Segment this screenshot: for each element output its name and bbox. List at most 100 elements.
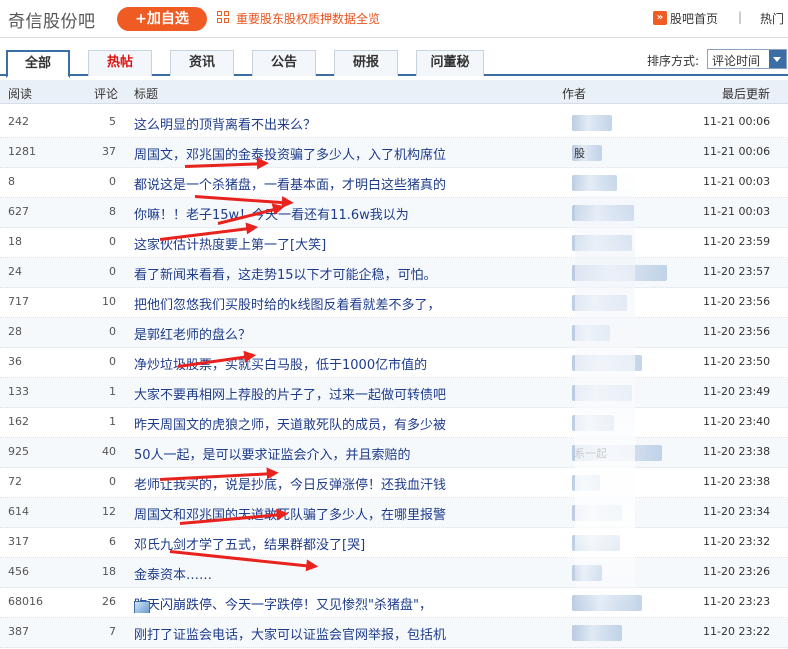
last-updated: 11-20 23:23 bbox=[703, 595, 771, 608]
last-updated: 11-21 00:03 bbox=[703, 175, 771, 188]
tab-research[interactable]: 研报 bbox=[334, 50, 398, 76]
add-to-watchlist-button[interactable]: +加自选 bbox=[117, 7, 207, 31]
guba-home-icon: » bbox=[653, 11, 667, 25]
post-title-link[interactable]: 这么明显的顶背离看不出来么？ bbox=[134, 114, 316, 133]
grid-icon bbox=[217, 11, 230, 24]
read-count: 8 bbox=[8, 175, 15, 188]
table-row[interactable]: 162 1 昨天周国文的虎狼之师，天道敢死队的成员，有多少被 11-20 23:40 bbox=[0, 408, 788, 438]
table-row[interactable]: 68016 26 昨天闪崩跌停、今天一字跌停！又见惨烈"杀猪盘"， 11-20 23:… bbox=[0, 588, 788, 618]
pledge-data-link[interactable]: 重要股东股权质押数据全览 bbox=[236, 10, 380, 27]
table-row[interactable]: 242 5 这么明显的顶背离看不出来么？ 11-21 00:06 bbox=[0, 108, 788, 138]
reply-count: 26 bbox=[102, 595, 116, 608]
table-row[interactable]: 24 0 看了新闻来看看，这走势15以下才可能企稳，可怕。 11-20 23:57 bbox=[0, 258, 788, 288]
post-title-link[interactable]: 你嘛！！老子15w！今天一看还有11.6w我以为 bbox=[134, 204, 409, 223]
column-reply: 评论 bbox=[94, 87, 119, 101]
last-updated: 11-20 23:56 bbox=[703, 325, 771, 338]
read-count: 18 bbox=[8, 235, 22, 248]
read-count: 28 bbox=[8, 325, 22, 338]
last-updated: 11-20 23:34 bbox=[703, 505, 771, 518]
last-updated: 11-20 23:32 bbox=[703, 535, 771, 548]
last-updated: 11-21 00:06 bbox=[703, 145, 771, 158]
table-row[interactable]: 456 18 金泰资本…… 11-20 23:26 bbox=[0, 558, 788, 588]
read-count: 242 bbox=[8, 115, 29, 128]
table-row[interactable]: 18 0 这家伙估计热度要上第一了[大笑] 11-20 23:59 bbox=[0, 228, 788, 258]
post-title-link[interactable]: 看了新闻来看看，这走势15以下才可能企稳，可怕。 bbox=[134, 264, 437, 283]
table-row[interactable]: 717 10 把他们忽悠我们买股时给的k线图反着看就差不多了， 11-20 23:56 bbox=[0, 288, 788, 318]
read-count: 133 bbox=[8, 385, 29, 398]
post-title-link[interactable]: 大家不要再相网上荐股的片子了，过来一起做可转债吧 bbox=[134, 384, 446, 403]
sort-select[interactable]: 评论时间 bbox=[707, 49, 787, 69]
tab-ask-secretary[interactable]: 问董秘 bbox=[416, 50, 484, 76]
post-title-text: 昨天闪崩跌停、今天一字跌停！又见惨烈"杀猪盘"， bbox=[134, 598, 432, 613]
hot-link[interactable]: 热门 bbox=[760, 10, 784, 27]
last-updated: 11-20 23:50 bbox=[703, 355, 771, 368]
post-table-header: 阅读 评论 标题 作者 最后更新 bbox=[0, 80, 788, 104]
read-count: 317 bbox=[8, 535, 29, 548]
read-count: 162 bbox=[8, 415, 29, 428]
read-count: 627 bbox=[8, 205, 29, 218]
last-updated: 11-20 23:26 bbox=[703, 565, 771, 578]
last-updated: 11-20 23:40 bbox=[703, 415, 771, 428]
last-updated: 11-20 23:56 bbox=[703, 295, 771, 308]
author-link[interactable]: 股 bbox=[572, 145, 672, 161]
author-text: 股 bbox=[574, 147, 585, 160]
post-title-link[interactable]: 周国文和邓兆国的天道敢死队骗了多少人，在哪里报警 bbox=[134, 504, 446, 523]
read-count: 614 bbox=[8, 505, 29, 518]
table-row[interactable]: 9254050人一起，是可以要求证监会介入，并且索赔的系一起11-20 23:3… bbox=[0, 438, 788, 468]
read-count: 1281 bbox=[8, 145, 36, 158]
tab-news[interactable]: 资讯 bbox=[170, 50, 234, 76]
table-row[interactable]: 387 7 刚打了证监会电话，大家可以证监会官网举报，包括机 11-20 23:22 bbox=[0, 618, 788, 648]
table-row[interactable]: 36 0 净炒垃圾股票，买就买白马股，低于1000亿市值的 11-20 23:50 bbox=[0, 348, 788, 378]
header-separator: | bbox=[738, 10, 743, 24]
post-title-link[interactable]: 金泰资本…… bbox=[134, 564, 212, 583]
read-count: 24 bbox=[8, 265, 22, 278]
stock-bar-name[interactable]: 奇信股份吧 bbox=[8, 7, 96, 32]
table-row[interactable]: 8 0 都说这是一个杀猪盘，一看基本面，才明白这些猪真的 11-21 00:03 bbox=[0, 168, 788, 198]
post-title-link[interactable]: 邓氏九剑才学了五式，结果群都没了[哭] bbox=[134, 534, 365, 553]
reply-count: 0 bbox=[109, 325, 116, 338]
author-link[interactable] bbox=[572, 115, 672, 131]
post-title-link[interactable]: 刚打了证监会电话，大家可以证监会官网举报，包括机 bbox=[134, 624, 446, 643]
table-row[interactable]: 627 8 你嘛！！老子15w！今天一看还有11.6w我以为 11-21 00:03 bbox=[0, 198, 788, 228]
post-title-link[interactable]: 昨天周国文的虎狼之师，天道敢死队的成员，有多少被 bbox=[134, 414, 446, 433]
guba-home-link[interactable]: 股吧首页 bbox=[670, 10, 718, 27]
reply-count: 0 bbox=[109, 175, 116, 188]
column-read: 阅读 bbox=[8, 87, 33, 101]
read-count: 72 bbox=[8, 475, 22, 488]
post-title-text: 刚打了证监会电话，大家可以证监会官网举报，包括机 bbox=[134, 628, 447, 643]
tab-all[interactable]: 全部 bbox=[6, 50, 70, 78]
chevron-down-icon[interactable] bbox=[769, 50, 786, 68]
reply-count: 1 bbox=[109, 385, 116, 398]
reply-count: 12 bbox=[102, 505, 116, 518]
author-link[interactable] bbox=[572, 625, 672, 641]
table-row[interactable]: 72 0 老师让我买的，说是抄底，今日反弹涨停！还我血汗钱 11-20 23:38 bbox=[0, 468, 788, 498]
table-row[interactable]: 28 0 是郭红老师的盘么？ 11-20 23:56 bbox=[0, 318, 788, 348]
read-count: 36 bbox=[8, 355, 22, 368]
post-title-link[interactable]: 周国文，邓兆国的金泰投资骗了多少人，入了机构席位 bbox=[134, 144, 446, 163]
last-updated: 11-21 00:06 bbox=[703, 115, 771, 128]
post-title-link[interactable]: 净炒垃圾股票，买就买白马股，低于1000亿市值的 bbox=[134, 354, 427, 373]
table-row[interactable]: 1281 37 周国文，邓兆国的金泰投资骗了多少人，入了机构席位 股 11-21 00:… bbox=[0, 138, 788, 168]
post-title-text: 周国文和邓兆国的天道敢死队骗了多少人，在哪里报警 bbox=[134, 508, 447, 523]
reply-count: 40 bbox=[102, 445, 116, 458]
last-updated: 11-20 23:38 bbox=[703, 475, 771, 488]
table-row[interactable]: 317 6 邓氏九剑才学了五式，结果群都没了[哭] 11-20 23:32 bbox=[0, 528, 788, 558]
post-title-link[interactable]: 把他们忽悠我们买股时给的k线图反着看就差不多了， bbox=[134, 294, 441, 313]
post-title-text: 昨天周国文的虎狼之师，天道敢死队的成员，有多少被 bbox=[134, 418, 447, 433]
post-title-link[interactable]: 都说这是一个杀猪盘，一看基本面，才明白这些猪真的 bbox=[134, 174, 446, 193]
post-title-link[interactable]: 50人一起，是可以要求证监会介入，并且索赔的 bbox=[134, 444, 411, 463]
top-bar: 奇信股份吧 +加自选 重要股东股权质押数据全览 » 股吧首页 | 热门 bbox=[0, 0, 788, 38]
tab-announcements[interactable]: 公告 bbox=[252, 50, 316, 76]
reply-count: 6 bbox=[109, 535, 116, 548]
sort-value: 评论时间 bbox=[712, 54, 761, 68]
last-updated: 11-20 23:59 bbox=[703, 235, 771, 248]
table-row[interactable]: 133 1 大家不要再相网上荐股的片子了，过来一起做可转债吧 11-20 23:49 bbox=[0, 378, 788, 408]
column-author: 作者 bbox=[562, 87, 587, 101]
table-row[interactable]: 614 12 周国文和邓兆国的天道敢死队骗了多少人，在哪里报警 11-20 23:34 bbox=[0, 498, 788, 528]
read-count: 717 bbox=[8, 295, 29, 308]
tab-hot[interactable]: 热帖 bbox=[88, 50, 152, 76]
post-title-text: 老师让我买的，说是抄底，今日反弹涨停！还我血汗钱 bbox=[134, 478, 447, 493]
post-title-link[interactable]: 是郭红老师的盘么？ bbox=[134, 324, 251, 343]
post-title-link[interactable]: 昨天闪崩跌停、今天一字跌停！又见惨烈"杀猪盘"， bbox=[134, 594, 432, 613]
read-count: 925 bbox=[8, 445, 29, 458]
